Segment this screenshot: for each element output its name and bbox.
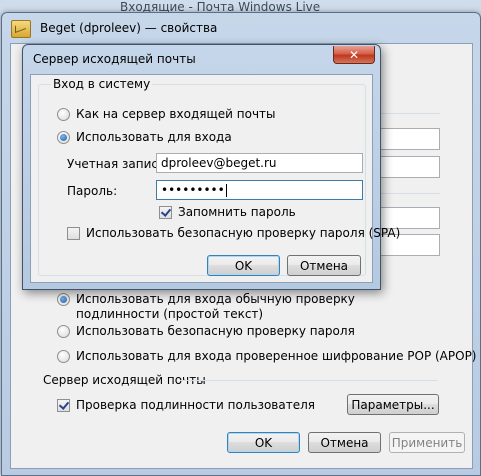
close-button[interactable]: ✕	[333, 46, 375, 64]
radio-use[interactable]	[57, 131, 70, 144]
auth-required-checkbox[interactable]	[57, 399, 70, 412]
login-group-label: Вход в систему	[51, 77, 153, 91]
dialog-title: Сервер исходящей почты	[33, 52, 196, 66]
remember-checkbox[interactable]	[159, 206, 172, 219]
auth-option-spa[interactable]: Использовать безопасную проверку пароля	[57, 324, 355, 338]
radio-apop[interactable]	[57, 350, 70, 363]
dialog-ok-button[interactable]: OK	[207, 255, 280, 276]
radio-use-label: Использовать для входа	[76, 130, 232, 144]
radio-plain[interactable]	[57, 293, 70, 306]
apply-button[interactable]: Применить	[389, 432, 465, 453]
dialog-client: Вход в систему Как на сервер входящей по…	[30, 74, 400, 283]
back-cancel-button[interactable]: Отмена	[308, 432, 381, 453]
radio-spa[interactable]	[57, 325, 70, 338]
password-label: Пароль:	[67, 184, 118, 198]
auth-option-plain-label: Использовать для входа обычную проверку …	[76, 292, 355, 321]
back-ok-button[interactable]: OK	[227, 432, 300, 453]
spa-label: Использовать безопасную проверку пароля …	[86, 226, 401, 240]
text-caret	[225, 184, 227, 197]
radio-incoming[interactable]	[57, 108, 70, 121]
dialog-cancel-button[interactable]: Отмена	[287, 255, 361, 276]
outgoing-server-dialog: Сервер исходящей почты ✕ Вход в систему …	[22, 44, 400, 290]
auth-required-checkbox-row[interactable]: Проверка подлинности пользователя	[57, 398, 315, 412]
auth-required-label: Проверка подлинности пользователя	[76, 398, 315, 412]
separator-line	[380, 113, 440, 114]
password-value: •••••••••	[161, 183, 225, 197]
radio-use-row[interactable]: Использовать для входа	[57, 130, 232, 144]
password-input[interactable]: •••••••••	[156, 180, 363, 200]
account-input[interactable]: dproleev@beget.ru	[156, 153, 363, 173]
separator-line	[380, 193, 440, 194]
close-icon: ✕	[348, 47, 360, 62]
radio-incoming-label: Как на сервер входящей почты	[76, 107, 276, 121]
auth-option-plain[interactable]: Использовать для входа обычную проверку …	[57, 292, 406, 322]
auth-option-apop-label: Использовать для входа проверенное шифро…	[76, 349, 477, 363]
spa-checkbox[interactable]	[67, 227, 80, 240]
params-button[interactable]: Параметры...	[347, 394, 439, 415]
spa-row[interactable]: Использовать безопасную проверку пароля …	[67, 226, 400, 240]
auth-option-apop[interactable]: Использовать для входа проверенное шифро…	[57, 349, 477, 363]
remember-label: Запомнить пароль	[178, 205, 296, 219]
section-separator	[180, 380, 438, 381]
mail-app-icon	[11, 20, 31, 38]
account-label: Учетная запись:	[67, 157, 170, 171]
auth-option-spa-label: Использовать безопасную проверку пароля	[76, 324, 355, 338]
properties-window-title: Beget (dproleev) — свойства	[40, 21, 218, 35]
radio-incoming-row[interactable]: Как на сервер входящей почты	[57, 107, 276, 121]
remember-row[interactable]: Запомнить пароль	[159, 205, 296, 219]
